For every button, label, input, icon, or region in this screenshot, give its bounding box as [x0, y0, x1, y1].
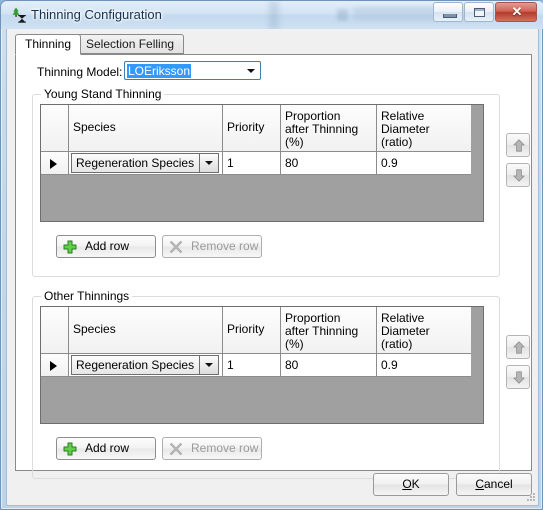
cancel-button-mnemonic: C [475, 477, 484, 491]
tab-strip: Thinning Selection Felling [15, 34, 532, 55]
species-combobox[interactable]: Regeneration Species [71, 355, 219, 375]
grid-header-species[interactable]: Species [69, 307, 223, 354]
grid-header-priority[interactable]: Priority [223, 307, 281, 354]
add-row-button-other[interactable]: Add row [56, 437, 156, 460]
ok-button-label: K [411, 477, 420, 491]
move-down-button-other[interactable] [506, 365, 530, 389]
grid-header-filler [471, 307, 483, 355]
grid-header-row: Species Priority Proportion after Thinni… [41, 105, 483, 153]
remove-row-label-young: Remove row [191, 239, 259, 253]
remove-row-label-other: Remove row [191, 441, 259, 455]
thinning-model-label: Thinning Model: [37, 65, 123, 79]
maximize-icon [474, 8, 485, 17]
minimize-button[interactable] [433, 2, 463, 22]
grid-header-diameter-line3: (ratio) [381, 337, 413, 351]
group-title-other-thinnings: Other Thinnings [41, 289, 133, 303]
move-down-icon [513, 371, 525, 387]
grid-header-diameter[interactable]: Relative Diameter (ratio) [377, 307, 471, 354]
species-dropdown-button[interactable] [199, 154, 218, 172]
dialog-footer: OK Cancel [15, 473, 532, 498]
remove-row-button-young[interactable]: Remove row [162, 235, 262, 258]
current-row-arrow-icon [50, 159, 57, 169]
grid-header-proportion-line3: (%) [285, 337, 304, 351]
grid-header-proportion[interactable]: Proportion after Thinning (%) [281, 307, 377, 354]
thinning-model-combobox[interactable]: LOEriksson [124, 61, 261, 80]
x-icon [169, 442, 183, 456]
cell-priority[interactable]: 1 [223, 152, 281, 175]
add-row-label-young: Add row [85, 239, 130, 253]
species-value: Regeneration Species [76, 358, 195, 372]
grid-header-row: Species Priority Proportion after Thinni… [41, 307, 483, 355]
remove-row-button-other[interactable]: Remove row [162, 437, 262, 460]
tree-hourglass-icon [9, 6, 27, 24]
move-up-button-young[interactable] [506, 133, 530, 157]
tab-thinning[interactable]: Thinning [15, 34, 82, 55]
cell-priority[interactable]: 1 [223, 354, 281, 377]
grid-header-priority[interactable]: Priority [223, 105, 281, 152]
thinning-model-value: LOEriksson [127, 64, 192, 78]
move-down-icon [513, 169, 525, 185]
title-bar[interactable]: Thinning Configuration ✕ [1, 1, 543, 29]
grid-header-species[interactable]: Species [69, 105, 223, 152]
tab-page-thinning: Thinning Model: LOEriksson Young Stand T… [15, 54, 532, 479]
close-button[interactable]: ✕ [495, 2, 537, 22]
grid-header-proportion[interactable]: Proportion after Thinning (%) [281, 105, 377, 152]
tab-selection-felling[interactable]: Selection Felling [76, 34, 185, 54]
grid-header-selector [41, 307, 69, 354]
grid-header-diameter[interactable]: Relative Diameter (ratio) [377, 105, 471, 152]
table-row[interactable]: Regeneration Species 1 80 0.9 [41, 354, 483, 377]
background-window-blur-icon [337, 9, 348, 21]
grid-header-filler [471, 105, 483, 153]
plus-icon [63, 240, 77, 254]
row-selector-cell[interactable] [41, 354, 69, 377]
group-title-young-stand: Young Stand Thinning [41, 87, 165, 101]
grid-header-selector [41, 105, 69, 152]
window-title: Thinning Configuration [31, 7, 162, 22]
grid-row-filler [471, 152, 483, 175]
dialog-client-area: Thinning Selection Felling Thinning Mode… [6, 29, 539, 506]
grid-header-proportion-line3: (%) [285, 135, 304, 149]
current-row-arrow-icon [50, 361, 57, 371]
maximize-button[interactable] [464, 2, 494, 22]
chevron-down-icon [205, 363, 213, 367]
grid-row-filler [471, 354, 483, 377]
cell-species[interactable]: Regeneration Species [69, 152, 223, 175]
ok-button[interactable]: OK [373, 473, 449, 496]
cancel-button-label: ancel [483, 477, 513, 491]
cell-relative-diameter[interactable]: 0.9 [377, 354, 471, 377]
close-icon: ✕ [511, 4, 523, 19]
add-row-button-young[interactable]: Add row [56, 235, 156, 258]
move-up-icon [513, 341, 525, 357]
species-combobox[interactable]: Regeneration Species [71, 153, 219, 173]
move-up-button-other[interactable] [506, 335, 530, 359]
species-dropdown-button[interactable] [199, 356, 218, 374]
minimize-icon [443, 14, 457, 18]
plus-icon [63, 442, 77, 456]
cancel-button[interactable]: Cancel [456, 473, 532, 496]
species-value: Regeneration Species [76, 156, 195, 170]
resize-grip[interactable] [524, 492, 536, 504]
row-selector-cell[interactable] [41, 152, 69, 175]
x-icon [169, 240, 183, 254]
ok-button-mnemonic: O [402, 477, 412, 491]
cell-relative-diameter[interactable]: 0.9 [377, 152, 471, 175]
chevron-down-icon [247, 68, 255, 73]
group-other-thinnings: Other Thinnings Species Priority Proport… [32, 289, 500, 479]
group-young-stand-thinning: Young Stand Thinning Species Priority Pr… [32, 87, 500, 277]
grid-young-stand-thinning[interactable]: Species Priority Proportion after Thinni… [40, 104, 484, 222]
dialog-window: Thinning Configuration ✕ Thinning Select… [0, 0, 543, 510]
grid-other-thinnings[interactable]: Species Priority Proportion after Thinni… [40, 306, 484, 424]
move-up-icon [513, 139, 525, 155]
table-row[interactable]: Regeneration Species 1 80 0.9 [41, 152, 483, 175]
add-row-label-other: Add row [85, 441, 130, 455]
chevron-down-icon [205, 161, 213, 165]
thinning-model-dropdown-button[interactable] [243, 63, 259, 78]
background-window-blur-edge [269, 1, 279, 29]
cell-proportion[interactable]: 80 [281, 152, 377, 175]
cell-species[interactable]: Regeneration Species [69, 354, 223, 377]
grid-header-diameter-line3: (ratio) [381, 135, 413, 149]
cell-proportion[interactable]: 80 [281, 354, 377, 377]
move-down-button-young[interactable] [506, 163, 530, 187]
